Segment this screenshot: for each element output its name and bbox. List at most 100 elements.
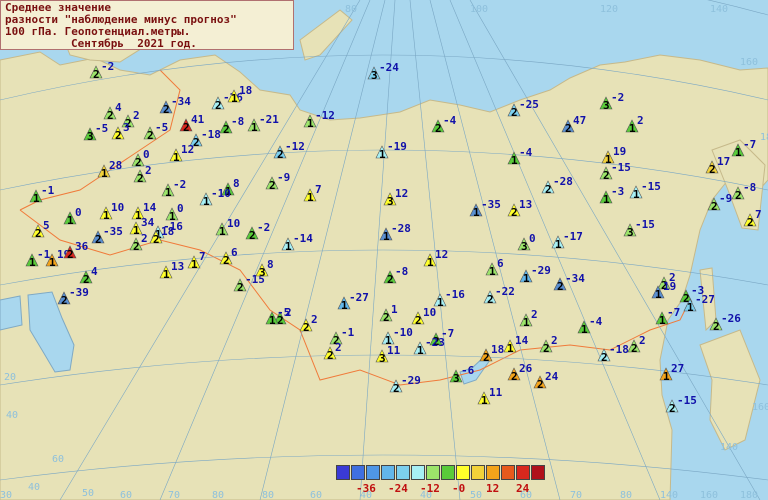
station-count: 2 [603,169,610,182]
color-legend: -36 -24 -12 -0 12 24 [336,465,576,496]
station-count: 2 [83,273,90,286]
graticule-label: 160 [700,490,718,500]
station-value: -14 [293,232,313,245]
station-count: 3 [87,130,94,143]
station-value: 14 [515,334,529,347]
station-count: 2 [277,148,284,161]
station-count: 1 [33,192,40,205]
map-view: 8010012014016018016014060402030405060708… [0,0,768,500]
station-value: 2 [335,341,342,354]
station-count: 2 [487,293,494,306]
station-value: -1 [41,184,55,197]
station-count: 2 [709,163,716,176]
station-value: 2 [639,334,646,347]
station-value: -28 [553,175,573,188]
station-value: 8 [233,177,240,190]
station-count: 3 [453,372,460,385]
station-value: 0 [177,202,184,215]
legend-swatch [486,465,500,480]
station-count: 2 [147,129,154,142]
station-value: -15 [611,161,631,174]
legend-labels: -36 -24 -12 -0 12 24 [336,482,576,496]
station-count: 2 [713,320,720,333]
station-value: 2 [551,334,558,347]
station-count: 3 [379,352,386,365]
station-value: -19 [387,140,407,153]
station-count: 2 [163,103,170,116]
station-value: 18 [239,84,252,97]
station-value: -4 [443,114,457,127]
station-value: 1 [391,303,398,316]
station-count: 1 [341,299,348,312]
station-value: -24 [379,61,399,74]
legend-swatch [351,465,365,480]
station-count: 2 [393,382,400,395]
station-count: 2 [383,311,390,324]
station-count: 2 [631,342,638,355]
station-value: -1 [37,248,51,261]
station-count: 2 [435,122,442,135]
station-count: 2 [61,294,68,307]
station-value: -9 [277,171,290,184]
station-count: 1 [219,225,226,238]
station-value: -8 [743,181,756,194]
station-value: -6 [461,364,475,377]
station-count: 2 [557,280,564,293]
graticule-label: 60 [310,490,322,500]
legend-swatch [471,465,485,480]
station-count: 1 [473,206,480,219]
graticule-label: 80 [212,490,224,500]
station-value: -17 [563,230,583,243]
legend-label: -36 [356,482,376,495]
graticule-label: 160 [740,57,758,68]
station-count: 2 [115,129,122,142]
legend-color-bar [336,465,576,480]
station-value: -3 [611,185,624,198]
station-count: 1 [427,256,434,269]
legend-label: -0 [452,482,466,495]
station-count: 1 [269,314,276,327]
station-value: 7 [315,183,322,196]
graticule-label: 30 [0,490,12,500]
station-value: 47 [573,114,586,127]
station-value: 7 [755,208,762,221]
station-count: 1 [251,121,258,134]
legend-swatch [531,465,545,480]
station-value: 18 [161,225,174,238]
graticule-label: 40 [28,482,40,493]
graticule-label: 140 [720,442,738,453]
station-value: 14 [143,201,157,214]
station-value: -15 [677,394,697,407]
station-count: 3 [521,240,528,253]
station-count: 2 [537,378,544,391]
station-value: 13 [519,198,532,211]
station-count: 2 [735,189,742,202]
station-value: -22 [495,285,515,298]
station-count: 1 [511,154,518,167]
station-value: 11 [387,344,401,357]
station-count: 1 [417,344,424,357]
station-value: 12 [395,187,408,200]
station-value: 6 [497,257,504,270]
station-count: 1 [489,265,496,278]
station-count: 1 [687,301,694,314]
station-count: 2 [565,122,572,135]
station-count: 2 [483,351,490,364]
station-value: -7 [743,138,756,151]
station-count: 2 [93,68,100,81]
station-count: 2 [327,349,334,362]
station-value: -12 [285,140,305,153]
legend-swatch [381,465,395,480]
station-value: 2 [531,308,538,321]
graticule-label: 180 [760,132,768,143]
station-value: 18 [491,343,504,356]
station-count: 3 [371,69,378,82]
station-value: 13 [171,260,184,273]
station-value: 2 [141,232,148,245]
legend-label: -12 [420,482,440,495]
station-value: -26 [721,312,741,325]
station-count: 2 [137,172,144,185]
station-count: 1 [67,214,74,227]
station-count: 2 [711,200,718,213]
legend-swatch [366,465,380,480]
